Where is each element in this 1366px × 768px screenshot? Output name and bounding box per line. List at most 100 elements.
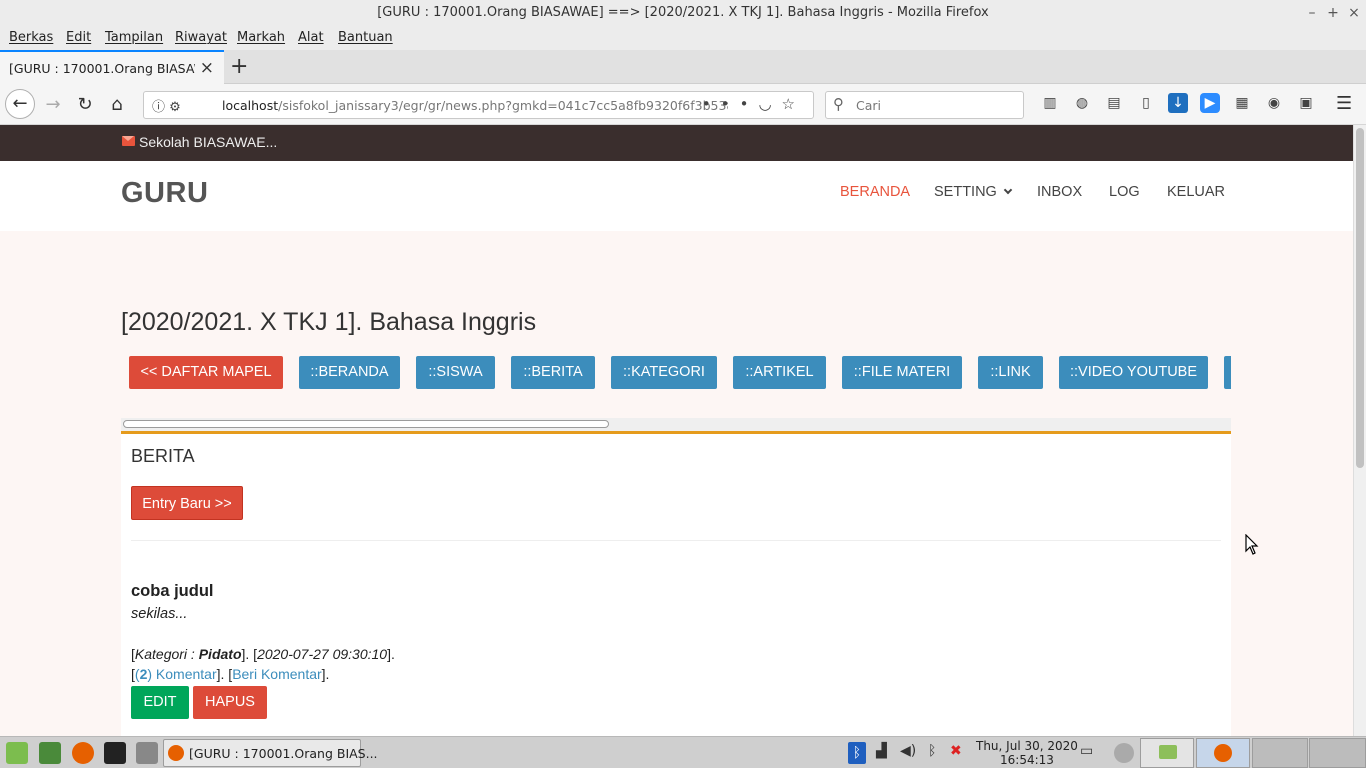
search-bar[interactable]: ⚲ Cari xyxy=(825,91,1024,119)
scrollbar-thumb[interactable] xyxy=(123,420,609,428)
top-strip: Sekolah BIASAWAE... xyxy=(0,125,1353,161)
edit-button[interactable]: EDIT xyxy=(131,686,189,719)
url-text[interactable]: localhost/sisfokol_janissary3/egr/gr/new… xyxy=(222,98,728,113)
battery-icon[interactable]: ▭ xyxy=(1080,743,1093,759)
lock-icon[interactable]: ▣ xyxy=(1296,93,1316,113)
maximize-icon[interactable]: + xyxy=(1323,0,1343,26)
bluetooth-tray-icon[interactable]: ᛒ xyxy=(928,743,936,759)
menu-bantuan[interactable]: Bantuan xyxy=(338,30,393,45)
url-bar[interactable]: ⓘ ⚙ localhost/sisfokol_janissary3/egr/gr… xyxy=(143,91,814,119)
clock-date: Thu, Jul 30, 2020 xyxy=(976,739,1078,753)
entry-baru-button[interactable]: Entry Baru >> xyxy=(131,486,243,520)
horizontal-scrollbar[interactable] xyxy=(121,418,1231,431)
page-actions-icon[interactable]: •••◡☆ xyxy=(702,95,805,113)
give-comment-link[interactable]: Beri Komentar xyxy=(232,666,321,682)
category-label: Kategori : xyxy=(134,646,199,662)
firefox-icon xyxy=(168,745,184,761)
workspace-4[interactable] xyxy=(1309,738,1366,768)
menu-edit[interactable]: Edit xyxy=(66,30,91,45)
video-youtube-button[interactable]: ::VIDEO YOUTUBE xyxy=(1059,356,1208,389)
taskbar-window-label: [GURU : 170001.Orang BIAS... xyxy=(189,746,378,761)
comment-label: Komentar xyxy=(152,666,217,682)
daftar-mapel-button[interactable]: << DAFTAR MAPEL xyxy=(129,356,283,389)
new-tab-icon[interactable]: + xyxy=(230,54,248,79)
window-title: [GURU : 170001.Orang BIASAWAE] ==> [2020… xyxy=(377,5,989,20)
url-host: localhost xyxy=(222,98,279,113)
artikel-button[interactable]: ::ARTIKEL xyxy=(733,356,826,389)
mint-menu-icon[interactable] xyxy=(6,742,28,764)
close-tab-icon[interactable]: × xyxy=(200,58,214,78)
files-launcher-icon[interactable] xyxy=(136,742,158,764)
show-desktop-icon[interactable] xyxy=(39,742,61,764)
news-summary: sekilas... xyxy=(131,606,188,622)
workspace-1[interactable] xyxy=(1140,738,1194,768)
comments-link[interactable]: (2) Komentar xyxy=(135,666,217,682)
link-button[interactable]: ::LINK xyxy=(978,356,1043,389)
kategori-button[interactable]: ::KATEGORI xyxy=(611,356,717,389)
nav-setting[interactable]: SETTING xyxy=(934,184,1013,200)
volume-icon[interactable]: ◀) xyxy=(900,743,916,759)
web-page: Sekolah BIASAWAE... GURU BERANDA SETTING… xyxy=(0,125,1353,736)
update-warning-icon[interactable]: ✖ xyxy=(950,743,962,759)
terminal-icon[interactable] xyxy=(104,742,126,764)
news-meta: [Kategori : Pidato]. [2020-07-27 09:30:1… xyxy=(131,646,395,662)
menu-markah[interactable]: Markah xyxy=(237,30,285,45)
mouse-cursor-icon xyxy=(1245,533,1259,560)
bluetooth-icon[interactable]: ᛒ xyxy=(848,742,866,764)
firefox-workspace-icon xyxy=(1214,744,1232,762)
box-title: BERITA xyxy=(131,446,195,466)
firefox-launcher-icon[interactable] xyxy=(72,742,94,764)
delete-button[interactable]: HAPUS xyxy=(193,686,267,719)
workspace-3[interactable] xyxy=(1252,738,1308,768)
divider xyxy=(131,540,1221,541)
nav-setting-label: SETTING xyxy=(934,184,997,200)
back-icon[interactable]: ← xyxy=(5,89,35,119)
nav-inbox[interactable]: INBOX xyxy=(1037,184,1082,200)
zoom-icon[interactable]: ▶ xyxy=(1200,93,1220,113)
account-icon[interactable]: ◉ xyxy=(1264,93,1284,113)
menu-riwayat[interactable]: Riwayat xyxy=(175,30,227,45)
envelope-icon xyxy=(122,136,135,146)
site-header: GURU BERANDA SETTING INBOX LOG KELUAR xyxy=(0,161,1353,231)
nav-toolbar: ← → ↻ ⌂ ⓘ ⚙ localhost/sisfokol_janissary… xyxy=(0,84,1366,125)
nav-beranda[interactable]: BERANDA xyxy=(840,184,910,200)
site-info-icon[interactable]: ⓘ ⚙ xyxy=(152,96,181,115)
siswa-button[interactable]: ::SISWA xyxy=(416,356,495,389)
nav-log[interactable]: LOG xyxy=(1109,184,1140,200)
library-icon[interactable]: ▥ xyxy=(1040,93,1060,113)
menu-hamburger-icon[interactable]: ☰ xyxy=(1336,93,1352,114)
sidebar-icon[interactable]: ▯ xyxy=(1136,93,1156,113)
next-button-partial[interactable] xyxy=(1224,356,1231,389)
extension-icon[interactable]: ▤ xyxy=(1104,93,1124,113)
site-brand[interactable]: GURU xyxy=(121,177,208,210)
nav-keluar[interactable]: KELUAR xyxy=(1167,184,1225,200)
qr-code-icon[interactable]: ▦ xyxy=(1232,93,1252,113)
news-box: BERITA Entry Baru >> coba judul sekilas.… xyxy=(121,431,1231,736)
chevron-down-icon xyxy=(1003,185,1013,195)
school-name: Sekolah BIASAWAE... xyxy=(139,134,278,150)
download-icon[interactable]: ↓ xyxy=(1168,93,1188,113)
globe-icon[interactable]: ◍ xyxy=(1072,93,1092,113)
menubar: Berkas Edit Tampilan Riwayat Markah Alat… xyxy=(0,26,1366,50)
user-icon[interactable] xyxy=(1114,743,1134,763)
file-materi-button[interactable]: ::FILE MATERI xyxy=(842,356,962,389)
folder-icon xyxy=(1159,745,1177,759)
menu-alat[interactable]: Alat xyxy=(298,30,324,45)
home-icon[interactable]: ⌂ xyxy=(103,91,131,119)
forward-icon[interactable]: → xyxy=(39,91,67,119)
clock[interactable]: Thu, Jul 30, 2020 16:54:13 xyxy=(976,739,1078,767)
close-window-icon[interactable]: × xyxy=(1344,0,1364,26)
menu-berkas[interactable]: Berkas xyxy=(9,30,53,45)
tab-active[interactable]: [GURU : 170001.Orang BIASAWAE × xyxy=(0,50,224,84)
minimize-icon[interactable]: – xyxy=(1302,0,1322,26)
beranda-button[interactable]: ::BERANDA xyxy=(299,356,400,389)
berita-button[interactable]: ::BERITA xyxy=(511,356,595,389)
news-title: coba judul xyxy=(131,582,214,600)
vertical-scrollbar[interactable] xyxy=(1353,125,1366,736)
menu-tampilan[interactable]: Tampilan xyxy=(105,30,163,45)
vertical-scrollbar-thumb[interactable] xyxy=(1356,128,1364,468)
workspace-2[interactable] xyxy=(1196,738,1250,768)
taskbar-window-firefox[interactable]: [GURU : 170001.Orang BIAS... xyxy=(163,739,378,767)
reload-icon[interactable]: ↻ xyxy=(71,91,99,119)
network-icon[interactable]: ▟ xyxy=(876,743,887,759)
